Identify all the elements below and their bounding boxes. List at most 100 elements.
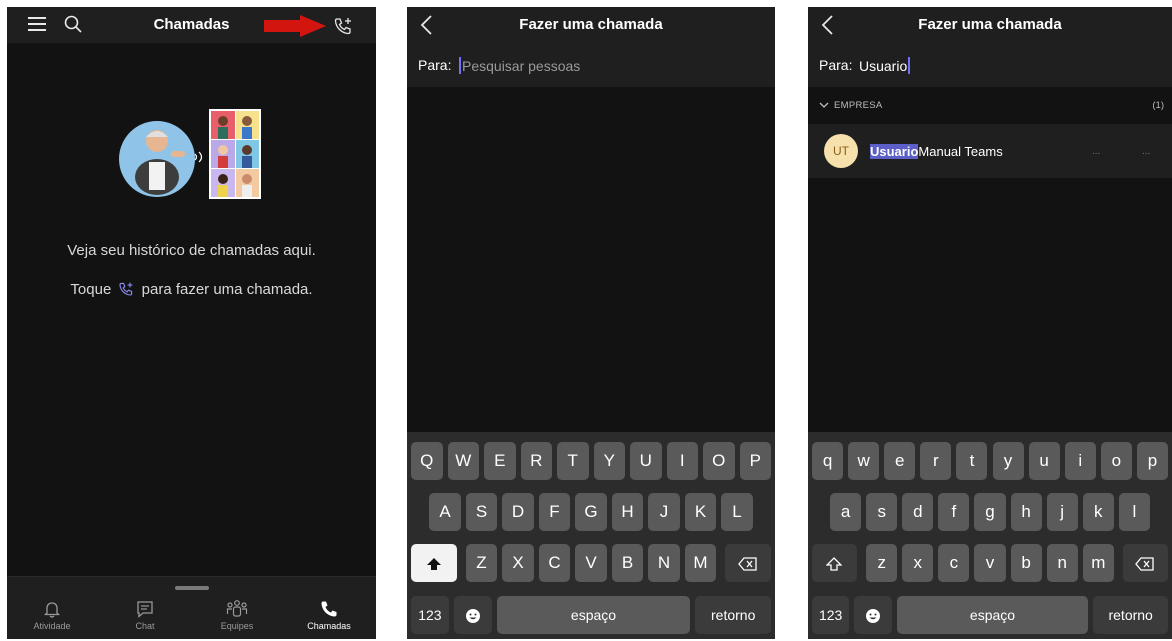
key-z[interactable]: z [866,544,898,582]
nav-item-chat[interactable]: Chat [110,599,180,631]
key-b[interactable]: b [1010,544,1042,582]
key-y[interactable]: Y [593,442,625,480]
nav-item-chamadas[interactable]: Chamadas [294,599,364,631]
space-key[interactable]: espaço [496,596,691,634]
chevron-down-icon [819,102,829,108]
key-m[interactable]: m [1082,544,1114,582]
key-b[interactable]: B [611,544,644,582]
key-h[interactable]: H [611,493,644,531]
key-o[interactable]: O [703,442,735,480]
key-j[interactable]: J [648,493,680,531]
key-f[interactable]: f [938,493,970,531]
backspace-icon [738,557,757,571]
key-n[interactable]: N [648,544,680,582]
key-w[interactable]: w [848,442,880,480]
key-p[interactable]: P [739,442,771,480]
people-search-input[interactable]: Pesquisar pessoas [459,57,580,74]
key-x[interactable]: x [902,544,934,582]
key-v[interactable]: v [974,544,1006,582]
teams-icon [226,600,248,617]
para-label: Para: [418,57,452,73]
key-d[interactable]: D [502,493,534,531]
numbers-key[interactable]: 123 [411,596,449,634]
bell-icon [43,602,61,618]
section-header[interactable]: EMPRESA (1) [808,95,1172,117]
key-g[interactable]: G [575,493,607,531]
space-key[interactable]: espaço [896,596,1089,634]
emoji-key[interactable] [453,596,492,634]
key-s[interactable]: S [465,493,498,531]
key-w[interactable]: W [447,442,479,480]
key-k[interactable]: k [1082,493,1114,531]
key-f[interactable]: F [538,493,571,531]
bottom-nav: Atividade Chat Equipes Chamadas [7,576,376,639]
key-k[interactable]: K [684,493,717,531]
nav-label: Atividade [33,621,71,631]
key-c[interactable]: C [538,544,571,582]
detail-placeholder: ... [1142,146,1151,157]
key-t[interactable]: t [956,442,988,480]
shift-key[interactable] [411,544,457,582]
nav-item-equipes[interactable]: Equipes [202,599,272,631]
top-bar: Fazer uma chamada [407,7,775,43]
key-l[interactable]: l [1118,493,1150,531]
key-r[interactable]: R [520,442,552,480]
keyboard: q w e r t y u i o p a s d f g h j k l z x c v b n m 123 espaço retor… [808,432,1172,639]
key-t[interactable]: T [557,442,589,480]
key-m[interactable]: M [684,544,717,582]
key-g[interactable]: g [974,493,1006,531]
key-y[interactable]: y [992,442,1024,480]
key-h[interactable]: h [1010,493,1042,531]
key-e[interactable]: e [884,442,916,480]
key-n[interactable]: n [1046,544,1078,582]
list-item[interactable]: UT UsuarioManual Teams ... ... [808,124,1172,178]
key-u[interactable]: u [1028,442,1060,480]
hint-suffix: para fazer uma chamada. [141,281,313,298]
key-e[interactable]: E [484,442,516,480]
key-z[interactable]: Z [465,544,498,582]
text-caret [908,57,911,74]
key-r[interactable]: r [920,442,952,480]
key-p[interactable]: p [1136,442,1168,480]
key-x[interactable]: X [502,544,534,582]
backspace-key[interactable] [725,544,771,582]
key-v[interactable]: V [575,544,607,582]
red-arrow-annotation [264,15,326,37]
key-q[interactable]: q [812,442,844,480]
key-a[interactable]: A [429,493,461,531]
backspace-key[interactable] [1123,544,1168,582]
recipient-bar: Para: Pesquisar pessoas [407,43,775,87]
section-count: (1) [1152,100,1164,111]
return-key[interactable]: retorno [695,596,771,634]
make-call-screen-results: Fazer uma chamada Para: Usuario EMPRESA … [808,7,1172,639]
drag-handle[interactable] [175,586,209,590]
key-c[interactable]: c [938,544,970,582]
key-i[interactable]: I [666,442,698,480]
search-placeholder: Pesquisar pessoas [462,58,581,74]
emoji-key[interactable] [854,596,892,634]
avatar: UT [824,134,858,168]
make-call-screen-empty: Fazer uma chamada Para: Pesquisar pessoa… [407,7,775,639]
section-name: EMPRESA [834,100,883,111]
shift-key[interactable] [812,544,857,582]
new-call-icon[interactable] [333,16,353,36]
return-key[interactable]: retorno [1093,596,1168,634]
key-i[interactable]: i [1064,442,1096,480]
key-s[interactable]: s [866,493,898,531]
key-d[interactable]: d [902,493,934,531]
key-l[interactable]: L [721,493,753,531]
key-a[interactable]: a [830,493,862,531]
top-bar: Chamadas [7,7,376,43]
key-j[interactable]: j [1046,493,1078,531]
key-o[interactable]: o [1100,442,1132,480]
nav-item-atividade[interactable]: Atividade [17,599,87,631]
text-caret [459,57,461,74]
numbers-key[interactable]: 123 [812,596,850,634]
people-search-input[interactable]: Usuario [859,57,911,74]
key-q[interactable]: Q [411,442,443,480]
detail-placeholder: ... [1092,146,1101,157]
nav-label: Equipes [220,621,254,631]
key-u[interactable]: U [630,442,662,480]
keyboard: Q W E R T Y U I O P A S D F G H J K L Z X C V B N M 123 espaço retor… [407,432,775,639]
backspace-icon [1135,557,1155,571]
